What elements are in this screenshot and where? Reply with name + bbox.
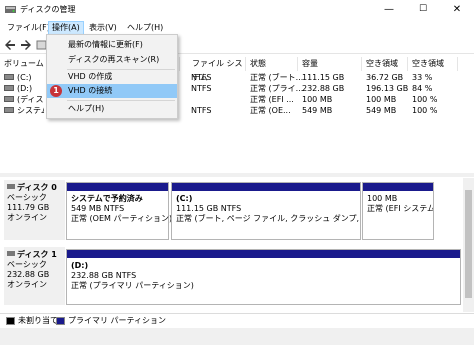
partition-legend: 未割り当て プライマリ パーティション	[0, 313, 474, 327]
partition-status: 正常 (OEM パーティション)	[71, 214, 173, 223]
free-space-cell: 549 MB	[366, 106, 397, 115]
back-arrow-icon[interactable]	[4, 39, 16, 51]
menu-item-attach-vhd-label: VHD の接続	[68, 86, 113, 95]
filesystem-cell: NTFS	[191, 84, 212, 93]
scrollbar-thumb[interactable]	[465, 190, 472, 298]
capacity-cell: 232.88 GB	[302, 84, 345, 93]
column-header-capacity[interactable]: 容量	[298, 57, 362, 71]
partition-d-drive[interactable]: (D:) 232.88 GB NTFS 正常 (プライマリ パーティション)	[66, 249, 461, 305]
disk-state: オンライン	[7, 280, 47, 289]
status-cell: 正常 (OE...	[250, 106, 291, 115]
disk-icon	[7, 184, 15, 189]
forward-arrow-icon[interactable]	[20, 39, 32, 51]
filesystem-cell: NTFS	[191, 73, 212, 82]
volume-name: (D:)	[17, 84, 33, 93]
capacity-cell: 100 MB	[302, 95, 333, 104]
partition-title: (D:)	[71, 261, 89, 270]
partition-title: システムで予約済み	[71, 194, 143, 203]
disk-management-app-icon	[5, 6, 16, 13]
disk-state: オンライン	[7, 213, 47, 222]
free-space-cell: 100 MB	[366, 95, 397, 104]
column-header-status[interactable]: 状態	[246, 57, 298, 71]
column-header-free-space[interactable]: 空き領域	[362, 57, 408, 71]
capacity-cell: 549 MB	[302, 106, 333, 115]
menu-separator	[67, 100, 175, 101]
partition-type-bar	[172, 183, 360, 191]
disk-size: 232.88 GB	[7, 270, 50, 279]
volume-name: (C:)	[17, 73, 32, 82]
partition-system-reserved[interactable]: システムで予約済み 549 MB NTFS 正常 (OEM パーティション)	[66, 182, 173, 240]
unallocated-swatch	[6, 317, 15, 325]
disk-type: ベーシック	[7, 260, 47, 269]
menu-view[interactable]: 表示(V)	[86, 21, 120, 35]
menu-item-help[interactable]: ヘルプ(H)	[47, 102, 177, 116]
partition-efi-system[interactable]: 100 MB 正常 (EFI システム パ	[362, 182, 434, 240]
partition-size: 111.15 GB NTFS	[176, 204, 242, 213]
partition-size: 232.88 GB NTFS	[71, 271, 137, 280]
partition-type-bar	[363, 183, 433, 191]
disk-icon	[7, 251, 15, 256]
status-cell: 正常 (プライ...	[250, 84, 304, 93]
legend-primary-partition: プライマリ パーティション	[68, 316, 167, 325]
partition-title: (C:)	[176, 194, 193, 203]
close-button[interactable]: ✕	[440, 0, 474, 19]
menu-bar: ファイル(F) 操作(A) 表示(V) ヘルプ(H)	[0, 20, 474, 35]
free-space-cell: 196.13 GB	[366, 84, 409, 93]
partition-status: 正常 (ブート, ページ ファイル, クラッシュ ダンプ, プライマリ パ	[176, 214, 360, 223]
menu-help[interactable]: ヘルプ(H)	[124, 21, 166, 35]
menu-file[interactable]: ファイル(F)	[4, 21, 53, 35]
volume-name: (ディスク	[17, 95, 44, 104]
volume-name: システムで	[17, 106, 44, 115]
partition-status: 正常 (EFI システム パ	[367, 204, 434, 213]
volume-icon	[4, 107, 14, 113]
volume-icon	[4, 85, 14, 91]
column-header-filesystem[interactable]: ファイル システム	[188, 57, 246, 82]
partition-status: 正常 (プライマリ パーティション)	[71, 281, 194, 290]
partition-type-bar	[67, 250, 460, 258]
maximize-button[interactable]: ☐	[406, 0, 440, 19]
status-bar	[0, 328, 474, 345]
disk-pane-scrollbar[interactable]	[463, 178, 474, 312]
partition-size: 100 MB	[367, 194, 398, 203]
action-menu-dropdown: 最新の情報に更新(F) ディスクの再スキャン(R) VHD の作成 1 VHD …	[46, 34, 178, 119]
free-percent-cell: 33 %	[412, 73, 433, 82]
legend-unallocated: 未割り当て	[18, 316, 58, 325]
step-number-badge: 1	[50, 85, 62, 97]
filesystem-cell: NTFS	[191, 106, 212, 115]
free-percent-cell: 100 %	[412, 106, 438, 115]
free-percent-cell: 84 %	[412, 84, 433, 93]
window-title: ディスクの管理	[20, 5, 76, 14]
disk-1-info[interactable]: ディスク 1 ベーシック 232.88 GB オンライン	[4, 247, 65, 305]
free-space-cell: 36.72 GB	[366, 73, 404, 82]
primary-partition-swatch	[56, 317, 65, 325]
pane-splitter[interactable]	[0, 173, 474, 177]
menu-item-create-vhd[interactable]: VHD の作成	[47, 70, 177, 84]
status-cell: 正常 (EFI ...	[250, 95, 294, 104]
partition-size: 549 MB NTFS	[71, 204, 125, 213]
volume-icon	[4, 96, 14, 102]
disk-type: ベーシック	[7, 193, 47, 202]
disk-0-info[interactable]: ディスク 0 ベーシック 111.79 GB オンライン	[4, 180, 65, 240]
column-header-free-percent[interactable]: 空き領域	[408, 57, 458, 71]
partition-c-drive[interactable]: (C:) 111.15 GB NTFS 正常 (ブート, ページ ファイル, ク…	[171, 182, 361, 240]
menu-item-refresh[interactable]: 最新の情報に更新(F)	[47, 38, 177, 52]
menu-item-rescan-disks[interactable]: ディスクの再スキャン(R)	[47, 53, 177, 67]
disk-name: ディスク 0	[17, 183, 57, 192]
partition-type-bar	[67, 183, 168, 191]
disk-name: ディスク 1	[17, 250, 57, 259]
capacity-cell: 111.15 GB	[302, 73, 345, 82]
status-cell: 正常 (ブート...	[250, 73, 304, 82]
menu-item-attach-vhd[interactable]: 1 VHD の接続	[47, 84, 177, 98]
disk-size: 111.79 GB	[7, 203, 50, 212]
volume-icon	[4, 74, 14, 80]
minimize-button[interactable]: —	[372, 0, 406, 19]
menu-action[interactable]: 操作(A)	[48, 21, 84, 35]
title-bar: ディスクの管理 — ☐ ✕	[0, 0, 474, 19]
free-percent-cell: 100 %	[412, 95, 438, 104]
